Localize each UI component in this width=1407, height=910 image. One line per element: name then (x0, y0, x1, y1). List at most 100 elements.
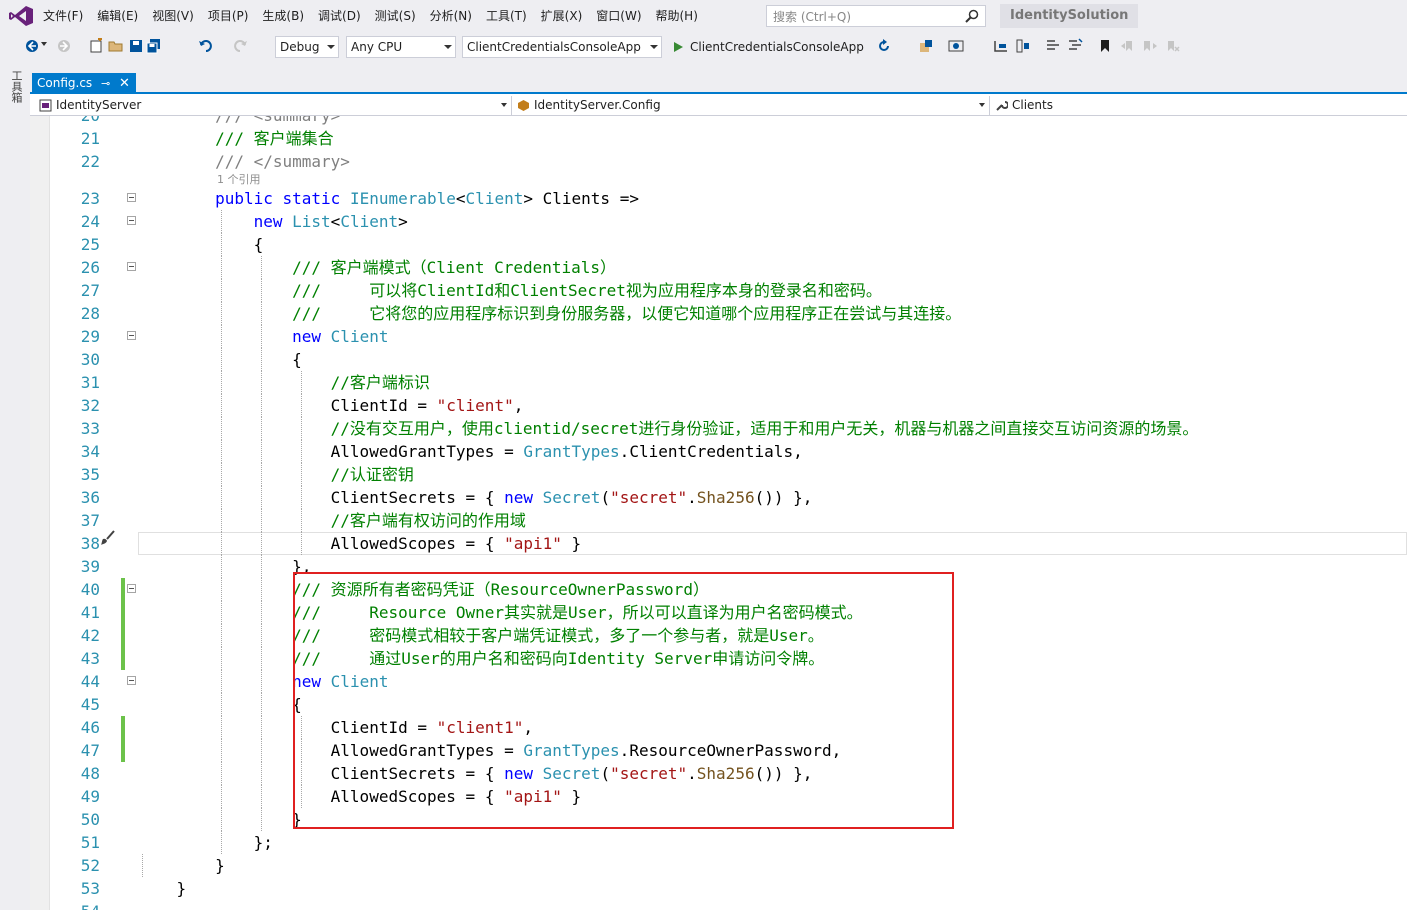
code-line[interactable]: 26 /// 客户端模式（Client Credentials） (50, 256, 1407, 279)
code-line[interactable]: 28 /// 它将您的应用程序标识到身份服务器，以便它知道哪个应用程序正在尝试与… (50, 302, 1407, 325)
change-indicator (121, 578, 125, 601)
collapse-icon[interactable] (127, 262, 136, 271)
code-line[interactable]: 44 new Client (50, 670, 1407, 693)
collapse-icon[interactable] (127, 584, 136, 593)
glyph-margin[interactable] (30, 116, 50, 910)
document-tab-strip: Config.cs ⊸ ✕ (30, 62, 1407, 94)
code-line[interactable]: 29 new Client (50, 325, 1407, 348)
previous-bookmark-icon[interactable] (1120, 38, 1136, 54)
code-text: //没有交互用户，使用clientid/secret进行身份验证，适用于和用户无… (330, 419, 1199, 438)
code-line[interactable]: 34 AllowedGrantTypes = GrantTypes.Client… (50, 440, 1407, 463)
code-line[interactable]: 24 new List<Client> (50, 210, 1407, 233)
type-dropdown[interactable]: IdentityServer.Config (512, 96, 990, 115)
clear-bookmarks-icon[interactable] (1164, 38, 1180, 54)
startup-project-dropdown[interactable]: ClientCredentialsConsoleApp (462, 36, 662, 58)
collapse-icon[interactable] (127, 216, 136, 225)
undo-icon[interactable] (198, 38, 214, 54)
save-icon[interactable] (128, 38, 144, 54)
menu-item[interactable]: 项目(P) (201, 0, 256, 32)
visual-studio-logo-icon[interactable] (8, 5, 34, 27)
menu-item[interactable]: 窗口(W) (589, 0, 648, 32)
collapse-icon[interactable] (127, 331, 136, 340)
code-text: ClientSecrets = { new Secret("secret".Sh… (330, 488, 813, 507)
menu-item[interactable]: 测试(S) (368, 0, 423, 32)
code-line[interactable]: 30 { (50, 348, 1407, 371)
code-lines[interactable]: 20 /// <summary>21 /// 客户端集合22 /// </sum… (50, 116, 1407, 910)
code-line[interactable]: 43 /// 通过User的用户名和密码向Identity Server申请访问… (50, 647, 1407, 670)
collapse-icon[interactable] (127, 676, 136, 685)
menu-item[interactable]: 扩展(X) (534, 0, 590, 32)
code-line[interactable]: 39 }, (50, 555, 1407, 578)
code-line[interactable]: 47 AllowedGrantTypes = GrantTypes.Resour… (50, 739, 1407, 762)
reference-count-annotation[interactable]: 1 个引用 (50, 173, 1407, 187)
menu-item[interactable]: 调试(D) (311, 0, 368, 32)
code-line[interactable]: 22 /// </summary> (50, 150, 1407, 173)
screenshot-icon[interactable] (948, 38, 964, 54)
member-dropdown[interactable]: Clients (990, 96, 1407, 115)
code-line[interactable]: 25 { (50, 233, 1407, 256)
code-line[interactable]: 21 /// 客户端集合 (50, 127, 1407, 150)
code-line[interactable]: 48 ClientSecrets = { new Secret("secret"… (50, 762, 1407, 785)
code-editor[interactable]: 20 /// <summary>21 /// 客户端集合22 /// </sum… (30, 116, 1407, 910)
code-line[interactable]: 41 /// Resource Owner其实就是User，所以可以直译为用户名… (50, 601, 1407, 624)
code-line[interactable]: 37 //客户端有权访问的作用域 (50, 509, 1407, 532)
step-into-icon[interactable] (993, 38, 1009, 54)
configuration-dropdown[interactable]: Debug (275, 36, 339, 58)
restart-icon[interactable] (876, 38, 892, 54)
navigate-back-icon[interactable] (24, 38, 40, 54)
code-line[interactable]: 27 /// 可以将ClientId和ClientSecret视为应用程序本身的… (50, 279, 1407, 302)
code-line[interactable]: 40 /// 资源所有者密码凭证（ResourceOwnerPassword） (50, 578, 1407, 601)
save-all-icon[interactable] (146, 38, 162, 54)
open-file-icon[interactable] (108, 38, 124, 54)
code-line[interactable]: 46 ClientId = "client1", (50, 716, 1407, 739)
pin-icon[interactable]: ⊸ (101, 73, 110, 94)
find-in-files-icon[interactable] (918, 38, 934, 54)
code-line[interactable]: 23 public static IEnumerable<Client> Cli… (50, 187, 1407, 210)
code-line[interactable]: 53 } (50, 877, 1407, 900)
code-line[interactable]: 20 /// <summary> (50, 116, 1407, 127)
code-line[interactable]: 54 (50, 900, 1407, 910)
code-line[interactable]: 35 //认证密钥 (50, 463, 1407, 486)
back-dropdown-icon[interactable] (41, 42, 47, 46)
code-line[interactable]: 36 ClientSecrets = { new Secret("secret"… (50, 486, 1407, 509)
menu-item[interactable]: 工具(T) (479, 0, 534, 32)
uncomment-lines-icon[interactable] (1067, 38, 1083, 54)
menu-item[interactable]: 视图(V) (145, 0, 201, 32)
redo-icon[interactable] (232, 38, 248, 54)
code-line[interactable]: 32 ClientId = "client", (50, 394, 1407, 417)
menu-item[interactable]: 文件(F) (36, 0, 90, 32)
platform-dropdown[interactable]: Any CPU (346, 36, 456, 58)
close-icon[interactable]: ✕ (119, 73, 130, 94)
menu-item[interactable]: 分析(N) (423, 0, 479, 32)
line-number: 21 (80, 129, 100, 148)
code-line[interactable]: 51 }; (50, 831, 1407, 854)
menu-item[interactable]: 编辑(E) (90, 0, 145, 32)
start-debugging-button[interactable]: ClientCredentialsConsoleApp (672, 36, 864, 58)
code-line[interactable]: 49 AllowedScopes = { "api1" } (50, 785, 1407, 808)
code-line[interactable]: 31 //客户端标识 (50, 371, 1407, 394)
code-line[interactable]: 52 } (50, 854, 1407, 877)
search-box[interactable]: 搜索 (Ctrl+Q) (766, 5, 986, 27)
comment-lines-icon[interactable] (1045, 38, 1061, 54)
line-number: 30 (80, 350, 100, 369)
next-bookmark-icon[interactable] (1142, 38, 1158, 54)
menu-item[interactable]: 生成(B) (255, 0, 311, 32)
menu-item[interactable]: 帮助(H) (649, 0, 705, 32)
code-line[interactable]: 45 { (50, 693, 1407, 716)
start-label: ClientCredentialsConsoleApp (690, 40, 864, 54)
code-line[interactable]: 50 } (50, 808, 1407, 831)
tab-config-cs[interactable]: Config.cs ⊸ ✕ (32, 73, 136, 94)
code-line[interactable]: 38 AllowedScopes = { "api1" } (50, 532, 1407, 555)
new-project-icon[interactable] (88, 38, 104, 54)
code-line[interactable]: 33 //没有交互用户，使用clientid/secret进行身份验证，适用于和… (50, 417, 1407, 440)
navigate-forward-icon[interactable] (56, 38, 72, 54)
step-over-icon[interactable] (1015, 38, 1031, 54)
code-text: //客户端有权访问的作用域 (330, 511, 526, 530)
toolbox-tab[interactable]: 工具箱 (8, 70, 23, 103)
bookmark-icon[interactable] (1097, 38, 1113, 54)
code-text: }, (292, 557, 312, 576)
collapse-icon[interactable] (127, 193, 136, 202)
code-line[interactable]: 42 /// 密码模式相较于客户端凭证模式，多了一个参与者，就是User。 (50, 624, 1407, 647)
quick-actions-brush-icon[interactable] (100, 530, 116, 546)
project-dropdown[interactable]: IdentityServer (34, 96, 512, 115)
